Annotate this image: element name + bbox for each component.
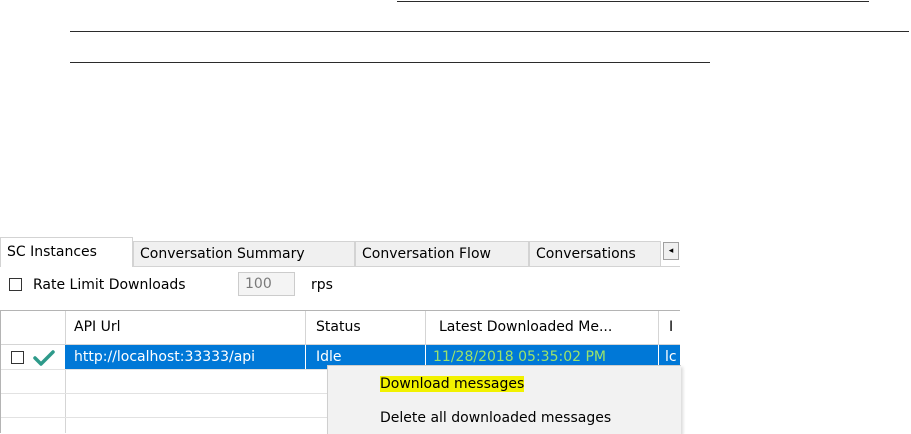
download-options: Rate Limit Downloads rps [0,267,680,302]
document-rule-2 [70,31,909,32]
menu-item-delete-downloaded-messages[interactable]: Delete all downloaded messages [380,407,611,429]
menu-item-label: Delete all downloaded messages [380,410,612,426]
column-header-status[interactable]: Status [316,311,422,343]
column-header-extra[interactable]: I [669,311,680,343]
document-rule-3 [70,62,710,63]
rate-unit-label: rps [311,277,333,293]
tab-sc-instances[interactable]: SC Instances [0,237,133,267]
grid-column-separator [305,345,306,369]
tab-bar: SC Instances Conversation Summary Conver… [0,237,680,267]
checkmark-icon [33,350,55,366]
column-header-latest-downloaded[interactable]: Latest Downloaded Me... [439,311,655,343]
grid-column-separator [65,311,66,433]
rate-limit-checkbox[interactable] [9,278,22,291]
rate-limit-input[interactable] [238,272,295,296]
menu-item-download-messages[interactable]: Download messages [380,373,525,395]
rate-limit-label: Rate Limit Downloads [33,277,186,293]
menu-item-label: Download messages [380,376,525,392]
tab-scroll-left-icon[interactable]: ◂ [663,242,679,260]
context-menu: Download messages Delete all downloaded … [327,365,681,434]
column-header-api-url[interactable]: API Url [74,311,302,343]
row-checkbox[interactable] [11,351,24,364]
tab-conversations[interactable]: Conversations [529,241,661,266]
tab-conversation-summary[interactable]: Conversation Summary [133,241,355,266]
document-rule-1 [397,1,869,2]
cell-api-url: http://localhost:33333/api [74,349,256,365]
tab-conversation-flow[interactable]: Conversation Flow [355,241,529,266]
